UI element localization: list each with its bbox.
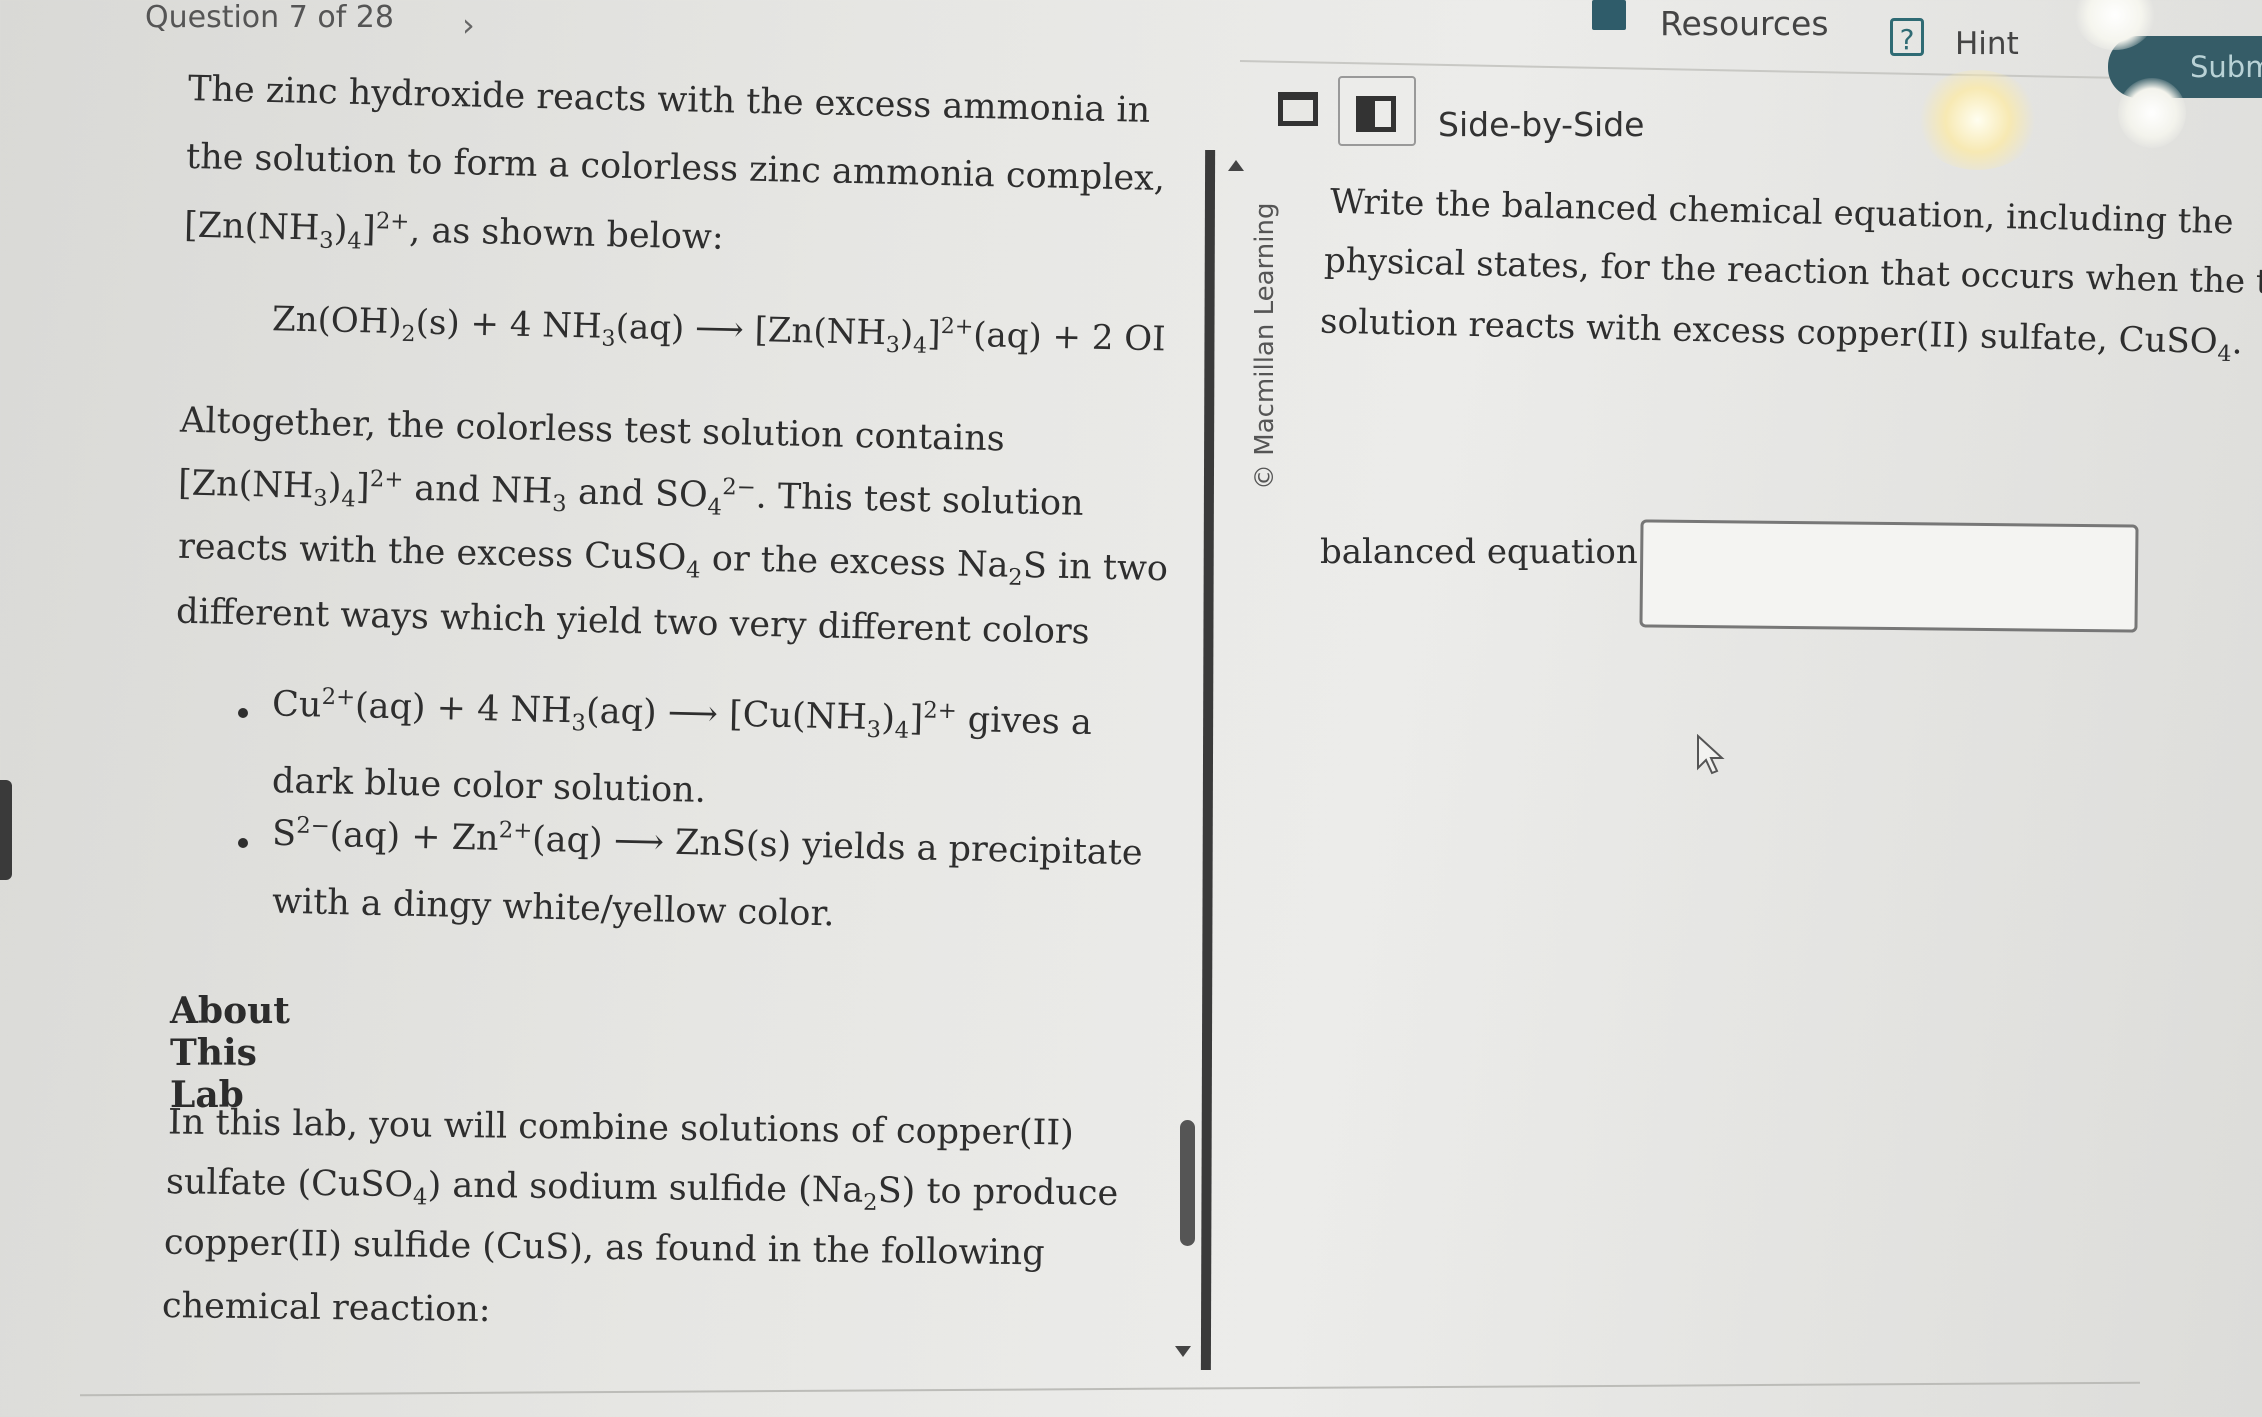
equation-part: gives a: [967, 700, 1093, 743]
question-prompt-text: Write the balanced chemical equation, in…: [1329, 181, 2234, 243]
passage-text: sulfate (CuSO4) and sodium sulfide (Na2S…: [165, 1162, 1119, 1216]
passage-text: [Zn(NH3)4]2+, as shown below:: [183, 205, 725, 258]
equation-part: (aq) ⟶ ZnS(s) yields a precipitate: [531, 819, 1143, 874]
screen-glare: [1915, 70, 2040, 170]
left-edge-tab: [0, 780, 12, 880]
equation-part: (aq) + 4 NH: [354, 686, 573, 732]
panel-divider[interactable]: [1200, 149, 1216, 1371]
equation-part: (s) + 4 NH: [415, 302, 603, 347]
question-prompt-text: solution reacts with excess copper(II) s…: [1319, 301, 2219, 362]
passage-text: S) to produce: [877, 1170, 1119, 1214]
equation-part: S: [271, 813, 297, 855]
passage-text: reacts with the excess CuSO: [177, 526, 687, 579]
resources-button[interactable]: Resources: [1660, 4, 1829, 43]
bullet-sulfide-zinc: S2−(aq) + Zn2+(aq) ⟶ ZnS(s) yields a pre…: [271, 812, 1143, 874]
passage-text: or the excess Na: [711, 538, 1009, 586]
equation-part: (aq) ⟶ [Zn(NH: [615, 306, 887, 354]
mouse-pointer-icon: [1697, 734, 1725, 775]
hint-button[interactable]: Hint: [1955, 26, 2019, 62]
passage-text: S in two: [1022, 545, 1169, 590]
passage-text: and NH: [413, 468, 553, 512]
bullet-dot: [238, 708, 248, 718]
screen-speck: [2195, 268, 2198, 271]
question-prompt-text: .: [2231, 322, 2243, 363]
bottom-divider: [80, 1381, 2140, 1397]
passage-text: sulfate (CuSO: [165, 1162, 414, 1206]
question-nav-label[interactable]: Question 7 of 28: [145, 0, 394, 35]
passage-text: . This test solution: [755, 476, 1085, 524]
copyright-notice: © Macmillan Learning: [1250, 202, 1280, 490]
about-lab-heading: About This Lab: [170, 990, 290, 1116]
scroll-down-arrow-icon[interactable]: [1175, 1346, 1191, 1357]
question-box-icon[interactable]: ?: [1890, 18, 1924, 56]
side-by-side-icon-fill: [1361, 101, 1375, 127]
passage-text: and SO: [577, 472, 709, 516]
book-icon[interactable]: [1592, 0, 1626, 30]
passage-text: the solution to form a colorless zinc am…: [185, 136, 1166, 200]
passage-text: with a dingy white/yellow color.: [271, 881, 835, 935]
passage-text: chemical reaction:: [161, 1285, 491, 1331]
next-question-chevron-icon[interactable]: ›: [462, 6, 475, 44]
passage-text: ) and sodium sulfide (Na: [427, 1165, 864, 1211]
passage-text: copper(II) sulfide (CuS), as found in th…: [163, 1222, 1045, 1274]
passage-text: different ways which yield two very diff…: [175, 591, 1091, 653]
bullet-dot: [238, 838, 248, 848]
passage-scrollbar-thumb[interactable]: [1180, 1120, 1195, 1246]
view-mode-label: Side-by-Side: [1438, 105, 1645, 144]
question-prompt-text: physical states, for the reaction that o…: [1323, 240, 2262, 304]
passage-text: The zinc hydroxide reacts with the exces…: [187, 69, 1151, 131]
equation-part: (aq) + Zn: [329, 815, 500, 859]
bullet-copper-ammonia: Cu2+(aq) + 4 NH3(aq) ⟶ [Cu(NH3)4]2+ give…: [271, 683, 1093, 744]
equation-part: Zn(OH): [271, 299, 403, 343]
scroll-up-arrow-icon[interactable]: [1228, 160, 1244, 171]
passage-text: dark blue color solution.: [271, 761, 707, 811]
passage-text: In this lab, you will combine solutions …: [167, 1102, 1075, 1154]
balanced-equation-input[interactable]: [1639, 519, 2139, 633]
equation-part: (aq) ⟶ [Cu(NH: [585, 691, 868, 738]
passage-text: Altogether, the colorless test solution …: [179, 400, 1006, 460]
passage-text: , as shown below:: [408, 210, 725, 258]
screen-glare: [2118, 78, 2186, 148]
passage-text: reacts with the excess CuSO4 or the exce…: [177, 526, 1169, 591]
equation-part: (aq) + 2 OI: [972, 315, 1167, 360]
passage-text: [Zn(NH3)4]2+ and NH3 and SO42−. This tes…: [177, 463, 1085, 524]
balanced-equation-label: balanced equation:: [1320, 532, 1650, 572]
single-panel-icon[interactable]: [1278, 92, 1318, 126]
equation-zinc-hydroxide-ammonia: Zn(OH)2(s) + 4 NH3(aq) ⟶ [Zn(NH3)4]2+(aq…: [271, 299, 1167, 360]
question-prompt-text: solution reacts with excess copper(II) s…: [1319, 301, 2243, 368]
equation-part: Cu: [271, 684, 322, 726]
